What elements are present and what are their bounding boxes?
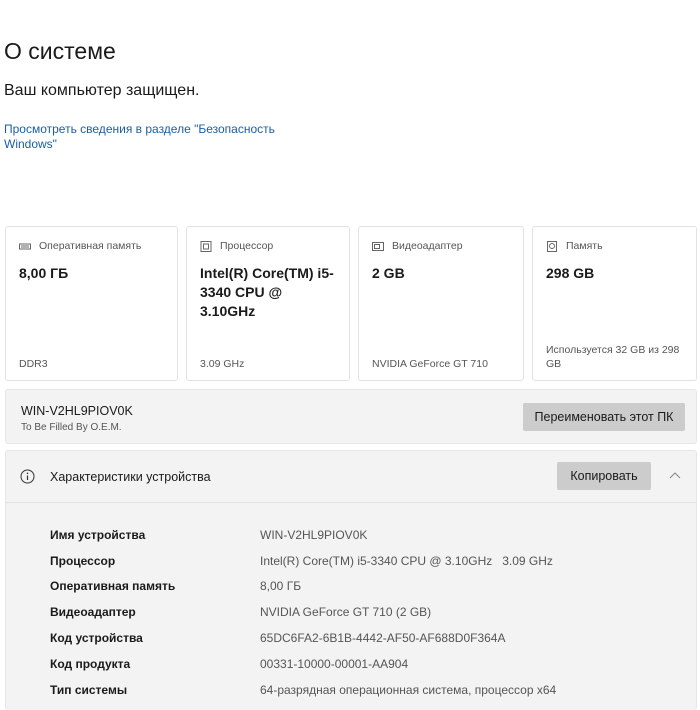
device-name-panel: WIN-V2HL9PIOV0K To Be Filled By O.E.M. П… — [5, 389, 697, 444]
card-value: Intel(R) Core(TM) i5-3340 CPU @ 3.10GHz — [200, 265, 334, 319]
spec-row: Тип системы 64-разрядная операционная сис… — [50, 682, 557, 697]
rename-pc-button[interactable]: Переименовать этот ПК — [523, 403, 685, 431]
spec-row: Код устройства 65DC6FA2-6B1B-4442-AF50-AF… — [50, 631, 506, 646]
page-title: О системе — [4, 38, 116, 64]
card-label: Память — [566, 240, 603, 252]
protection-status: Ваш компьютер защищен. — [4, 82, 200, 99]
ram-card: Оперативная память 8,00 ГБ DDR3 — [5, 226, 178, 381]
card-value: 298 GB — [546, 265, 595, 281]
spec-row: Имя устройства WIN-V2HL9PIOV0K — [50, 527, 368, 542]
card-value: 2 GB — [372, 265, 405, 281]
security-link[interactable]: Просмотреть сведения в разделе "Безопасн… — [4, 122, 294, 152]
device-model: To Be Filled By O.E.M. — [21, 422, 122, 433]
gpu-icon — [372, 241, 384, 251]
spec-row: Код продукта 00331-10000-00001-AA904 — [50, 656, 409, 671]
card-value: 8,00 ГБ — [19, 265, 69, 281]
spec-row: Оперативная память 8,00 ГБ — [50, 579, 302, 594]
cpu-icon — [200, 240, 212, 252]
gpu-card: Видеоадаптер 2 GB NVIDIA GeForce GT 710 — [358, 226, 524, 381]
copy-button[interactable]: Копировать — [557, 462, 651, 490]
ram-icon — [19, 243, 31, 249]
card-label: Процессор — [220, 240, 274, 252]
info-icon — [20, 469, 35, 484]
cpu-card: Процессор Intel(R) Core(TM) i5-3340 CPU … — [186, 226, 350, 381]
card-sub: 3.09 GHz — [200, 358, 245, 370]
card-label: Видеоадаптер — [392, 240, 463, 252]
storage-icon — [547, 240, 557, 252]
card-label: Оперативная память — [39, 240, 142, 252]
chevron-up-icon[interactable] — [669, 471, 681, 479]
device-name: WIN-V2HL9PIOV0K — [21, 404, 133, 418]
card-sub: Используется 32 GB из 298 GB — [546, 344, 680, 370]
spec-row: Видеоадаптер NVIDIA GeForce GT 710 (2 GB) — [50, 605, 432, 620]
specs-title: Характеристики устройства — [50, 470, 211, 484]
specs-list: Имя устройства WIN-V2HL9PIOV0K Процессор I… — [50, 522, 556, 703]
card-sub: NVIDIA GeForce GT 710 — [372, 358, 488, 370]
spec-row: Процессор Intel(R) Core(TM) i5-3340 CPU @… — [50, 553, 553, 568]
storage-card: Память 298 GB Используется 32 GB из 298 … — [532, 226, 697, 381]
card-sub: DDR3 — [19, 358, 48, 370]
specs-header[interactable]: Характеристики устройства Копировать — [6, 451, 696, 503]
